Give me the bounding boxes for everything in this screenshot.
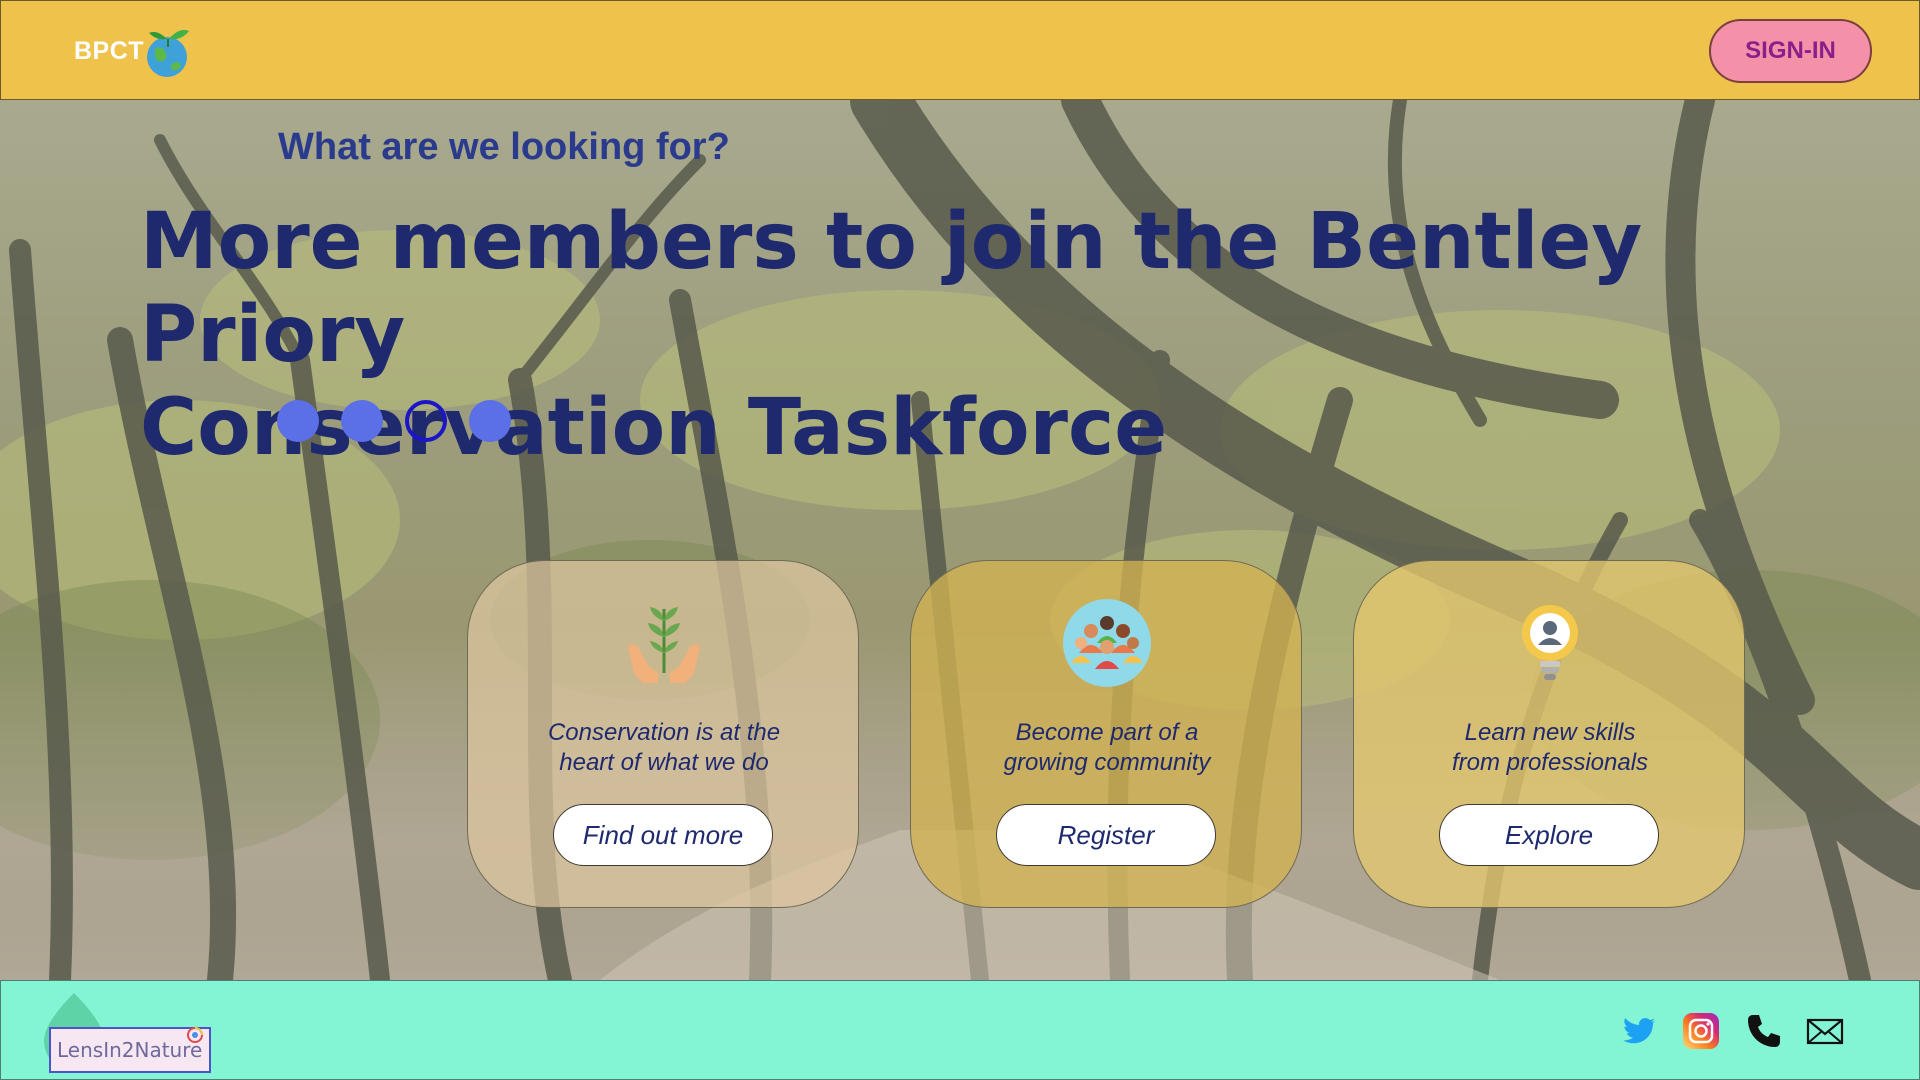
carousel-dot-4[interactable] [469,400,511,442]
carousel-dot-2[interactable] [341,400,383,442]
headline-line-1: More members to join the Bentley Priory [140,197,1643,380]
globe-sprout-icon [147,30,189,77]
phone-icon[interactable] [1743,1011,1783,1051]
card-text-line-1: Become part of a [1015,719,1199,746]
aperture-icon [187,1027,203,1043]
twitter-icon[interactable] [1619,1011,1659,1051]
hero-section: What are we looking for? More members to… [0,100,1920,980]
community-people-icon [1063,599,1151,687]
sign-in-button[interactable]: SIGN-IN [1709,19,1872,83]
card-description: Become part of a growing community [911,718,1303,778]
register-button[interactable]: Register [996,804,1216,866]
carousel-dot-3-active[interactable] [405,400,447,442]
card-skills: Learn new skills from professionals Expl… [1353,560,1745,908]
card-description: Learn new skills from professionals [1354,718,1746,778]
card-text-line-2: growing community [1003,749,1211,776]
top-header: BPCT SIGN-IN [0,0,1920,100]
lightbulb-person-icon [1522,605,1578,680]
card-community: Become part of a growing community Regis… [910,560,1302,908]
card-text-line-2: heart of what we do [559,749,769,776]
card-conservation: Conservation is at the heart of what we … [467,560,859,908]
find-out-more-button[interactable]: Find out more [553,804,773,866]
carousel-indicators [277,400,511,442]
hands-sprout-icon [628,607,700,683]
site-logo[interactable]: BPCT [74,23,204,79]
card-description: Conservation is at the heart of what we … [468,718,860,778]
explore-button[interactable]: Explore [1439,804,1659,866]
logo-text: BPCT [74,37,145,65]
card-text-line-1: Conservation is at the [547,719,781,746]
mail-icon[interactable] [1805,1011,1845,1051]
carousel-dot-1[interactable] [277,400,319,442]
card-text-line-1: Learn new skills [1464,719,1636,746]
instagram-icon[interactable] [1681,1011,1721,1051]
footer-brand[interactable]: LensIn2Nature [39,991,239,1073]
site-footer: LensIn2Nature [0,980,1920,1080]
section-kicker: What are we looking for? [278,126,730,168]
card-text-line-2: from professionals [1451,749,1649,776]
